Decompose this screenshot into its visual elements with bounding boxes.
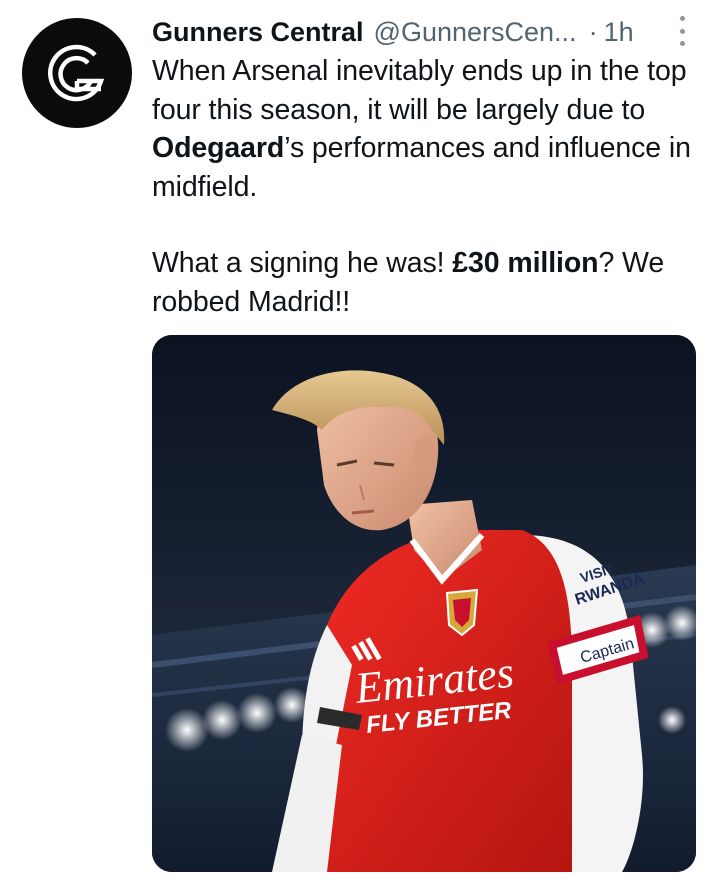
- tweet-text: When Arsenal inevitably ends up in the t…: [152, 52, 702, 321]
- timestamp[interactable]: 1h: [604, 17, 634, 48]
- avatar[interactable]: [22, 18, 132, 128]
- more-vertical-icon[interactable]: [676, 16, 688, 46]
- more-dot: [679, 28, 685, 34]
- text-segment: What a signing he was!: [152, 247, 453, 279]
- display-name[interactable]: Gunners Central: [152, 17, 364, 48]
- tweet-photo[interactable]: Emirates FLY BETTER VISIT RWANDA Captain: [152, 335, 696, 872]
- text-segment: When Arsenal inevitably ends up in the t…: [152, 55, 687, 126]
- bold-segment: Odegaard: [152, 132, 285, 164]
- tweet-card[interactable]: Gunners Central @GunnersCen... · 1h When…: [0, 0, 720, 883]
- user-handle[interactable]: @GunnersCen...: [374, 17, 577, 48]
- more-dot: [679, 16, 685, 21]
- bold-segment: £30 million: [452, 247, 599, 279]
- tweet-header: Gunners Central @GunnersCen... · 1h: [152, 10, 692, 54]
- letter-g-logo-icon: [48, 44, 105, 102]
- player-photo: Emirates FLY BETTER VISIT RWANDA Captain: [152, 335, 696, 872]
- tweet-paragraph-1: When Arsenal inevitably ends up in the t…: [152, 52, 702, 206]
- tweet-paragraph-2: What a signing he was! £30 million? We r…: [152, 244, 702, 321]
- more-dot: [679, 41, 685, 46]
- separator-dot: ·: [588, 16, 598, 47]
